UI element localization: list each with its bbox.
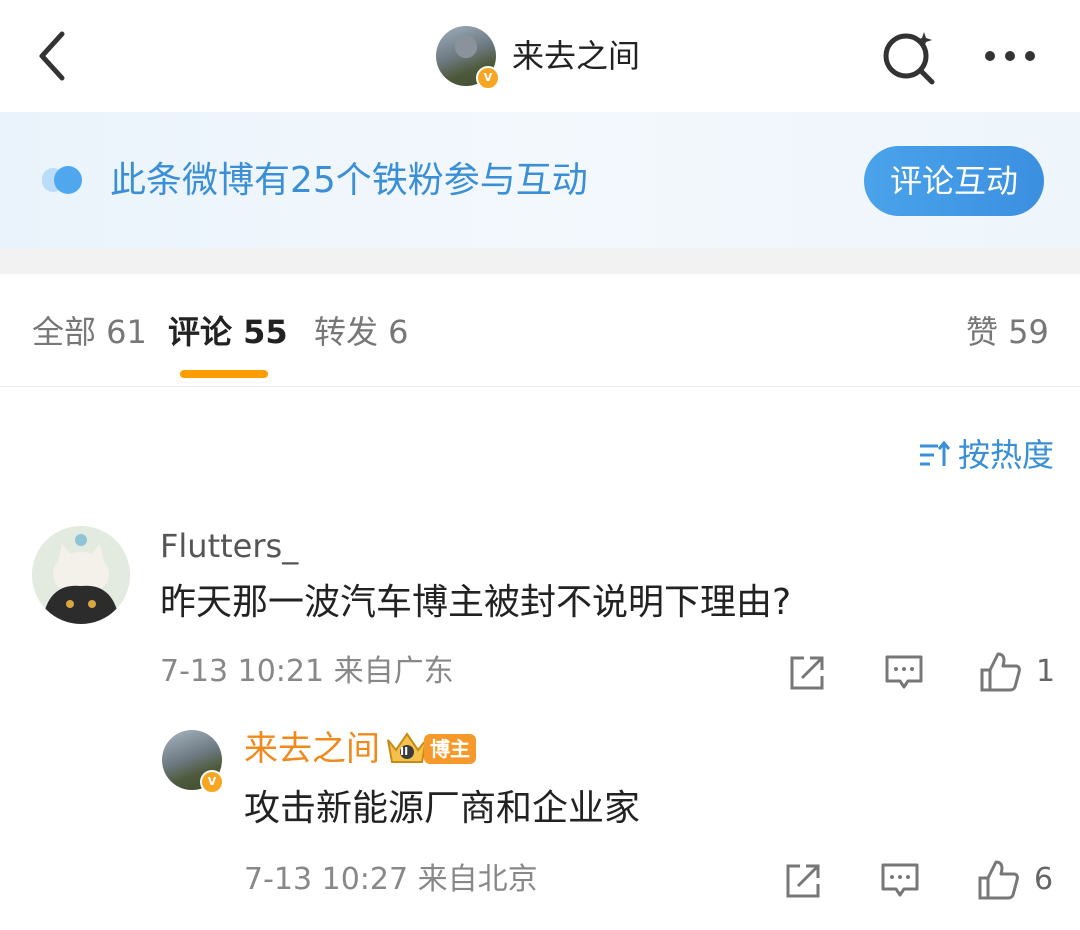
more-dots-icon <box>985 51 1035 61</box>
verified-badge: V <box>200 770 224 794</box>
fans-icon <box>40 160 88 200</box>
share-icon <box>790 656 824 690</box>
reply-meta: 7-13 10:27 来自北京 <box>244 862 538 897</box>
sort-label: 按热度 <box>958 436 1055 474</box>
reply-avatar[interactable]: V <box>162 730 224 794</box>
back-button[interactable] <box>28 26 80 86</box>
author-badge: 博主 <box>424 734 476 764</box>
crown-level: II <box>400 745 409 758</box>
tab-likes[interactable]: 赞 59 <box>966 310 1049 354</box>
thumbs-up-icon <box>978 860 1019 900</box>
tab-reposts[interactable]: 转发 6 <box>314 310 409 354</box>
comment-interact-button[interactable]: 评论互动 <box>864 146 1044 216</box>
comment-reply-button[interactable] <box>884 654 924 696</box>
banner-text: 此条微博有25个铁粉参与互动 <box>110 160 588 201</box>
more-button[interactable] <box>980 36 1040 76</box>
tab-bar: 全部 61 评论 55 转发 6 赞 59 <box>0 274 1080 387</box>
search-sparkle-icon <box>883 32 935 85</box>
share-icon <box>786 864 820 898</box>
commenter-username[interactable]: Flutters_ <box>160 524 298 568</box>
tab-all[interactable]: 全部 61 <box>32 310 147 354</box>
comment-share-button[interactable] <box>788 654 826 696</box>
comment-meta: 7-13 10:21 来自广东 <box>160 654 454 689</box>
like-count: 6 <box>1034 862 1054 897</box>
comment-text: 昨天那一波汽车博主被封不说明下理由? <box>160 582 792 623</box>
search-button[interactable] <box>880 28 938 86</box>
thumbs-up-icon <box>980 652 1021 692</box>
section-divider <box>0 248 1080 274</box>
commenter-avatar[interactable] <box>32 526 130 624</box>
active-tab-indicator <box>180 370 268 378</box>
poster-avatar[interactable]: V <box>436 26 500 90</box>
verified-badge: V <box>476 66 500 90</box>
fan-interaction-banner: 此条微博有25个铁粉参与互动 评论互动 <box>0 112 1080 248</box>
comment-icon <box>885 655 923 689</box>
reply-comment-button[interactable] <box>880 862 920 904</box>
like-count: 1 <box>1036 654 1056 689</box>
top-nav-bar: V 来去之间 <box>0 0 1080 112</box>
page-title[interactable]: 来去之间 <box>512 34 640 78</box>
reply-text: 攻击新能源厂商和企业家 <box>244 788 641 829</box>
comment-icon <box>881 863 919 897</box>
sort-icon <box>920 440 951 466</box>
reply-share-button[interactable] <box>784 862 822 904</box>
tab-comments[interactable]: 评论 55 <box>168 310 288 354</box>
chevron-left-icon <box>39 31 65 81</box>
reply-username[interactable]: 来去之间 <box>244 726 380 772</box>
